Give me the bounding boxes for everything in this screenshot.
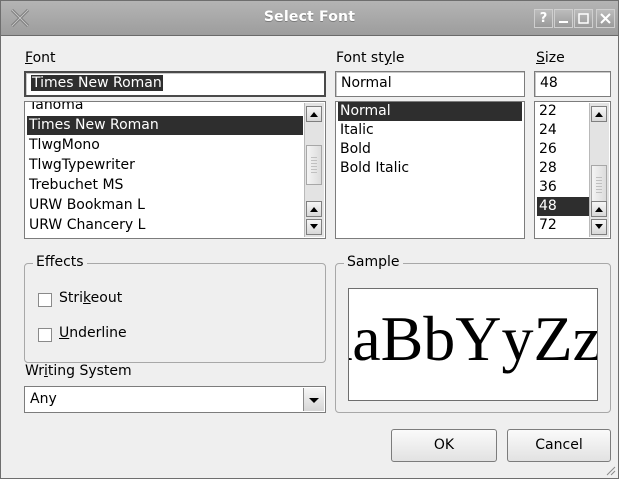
font-name-input[interactable]: Times New Roman xyxy=(24,71,326,97)
window-title: Select Font xyxy=(263,9,356,25)
scroll-thumb[interactable] xyxy=(591,165,607,205)
chevron-down-icon xyxy=(309,398,319,403)
effects-group: Effects Strikeout Underline xyxy=(24,254,326,363)
arrow-down-icon xyxy=(595,224,603,229)
maximize-icon xyxy=(578,13,589,24)
writing-system-select[interactable]: Any xyxy=(24,386,326,413)
sample-text: AaBbYyZz xyxy=(349,303,598,374)
list-item-selected[interactable]: Times New Roman xyxy=(27,116,303,135)
list-item-selected[interactable]: 48 xyxy=(537,197,589,216)
scroll-down-button[interactable] xyxy=(306,219,322,235)
scroll-thumb[interactable] xyxy=(306,145,322,185)
close-icon xyxy=(600,13,611,24)
sample-preview: AaBbYyZz xyxy=(348,288,598,401)
list-item[interactable]: TlwgMono xyxy=(27,136,323,155)
title-bar[interactable]: Select Font ? xyxy=(1,1,618,36)
dropdown-arrow-button[interactable] xyxy=(303,388,324,411)
minimize-button[interactable] xyxy=(554,9,573,28)
scroll-up-button-lower[interactable] xyxy=(591,201,607,217)
font-style-input[interactable]: Normal xyxy=(335,71,525,97)
list-item[interactable]: URW Chancery L xyxy=(27,216,323,235)
maximize-button[interactable] xyxy=(574,9,593,28)
strikeout-checkbox[interactable] xyxy=(38,293,52,307)
list-item[interactable]: URW Bookman L xyxy=(27,196,323,215)
list-item-selected[interactable]: Normal xyxy=(338,102,522,121)
arrow-down-icon xyxy=(310,224,318,229)
sample-group: Sample AaBbYyZz xyxy=(335,254,611,413)
arrow-up-icon xyxy=(310,207,318,212)
underline-label[interactable]: Underline xyxy=(59,325,127,341)
effects-group-title: Effects xyxy=(33,254,87,270)
list-item[interactable]: Italic xyxy=(338,121,522,140)
font-style-list[interactable]: Normal Italic Bold Bold Italic xyxy=(335,101,525,239)
list-item[interactable]: Trebuchet MS xyxy=(27,176,323,195)
size-input[interactable]: 48 xyxy=(534,71,611,97)
font-style-label: Font style xyxy=(336,50,405,66)
close-button[interactable] xyxy=(596,9,615,28)
cancel-button[interactable]: Cancel xyxy=(507,429,611,462)
resize-grip-icon[interactable] xyxy=(604,464,616,476)
writing-system-label: Writing System xyxy=(25,363,132,379)
arrow-up-icon xyxy=(595,112,603,117)
list-item[interactable]: TlwgTypewriter xyxy=(27,156,323,175)
scroll-down-button[interactable] xyxy=(591,219,607,235)
list-item[interactable]: Bold xyxy=(338,140,522,159)
list-item[interactable]: Bold Italic xyxy=(338,159,522,178)
arrow-up-icon xyxy=(595,207,603,212)
font-label: Font xyxy=(25,50,56,66)
size-list[interactable]: 22 24 26 28 36 48 72 xyxy=(534,101,611,239)
scroll-up-button-lower[interactable] xyxy=(306,201,322,217)
list-item[interactable]: Tahoma xyxy=(27,102,323,115)
font-list-scrollbar[interactable] xyxy=(304,103,324,237)
font-list[interactable]: Tahoma Times New Roman TlwgMono TlwgType… xyxy=(24,101,326,239)
select-font-dialog: Select Font ? Font Times New Roman Tahom… xyxy=(0,0,619,479)
scroll-up-button[interactable] xyxy=(306,106,322,122)
minimize-icon xyxy=(559,21,568,23)
sample-group-title: Sample xyxy=(344,254,403,270)
size-list-scrollbar[interactable] xyxy=(589,103,609,237)
scroll-up-button[interactable] xyxy=(591,106,607,122)
strikeout-label[interactable]: Strikeout xyxy=(59,290,122,306)
arrow-up-icon xyxy=(310,112,318,117)
help-button[interactable]: ? xyxy=(534,9,553,28)
ok-button[interactable]: OK xyxy=(391,429,497,462)
underline-checkbox[interactable] xyxy=(38,328,52,342)
size-label: Size xyxy=(536,50,565,66)
